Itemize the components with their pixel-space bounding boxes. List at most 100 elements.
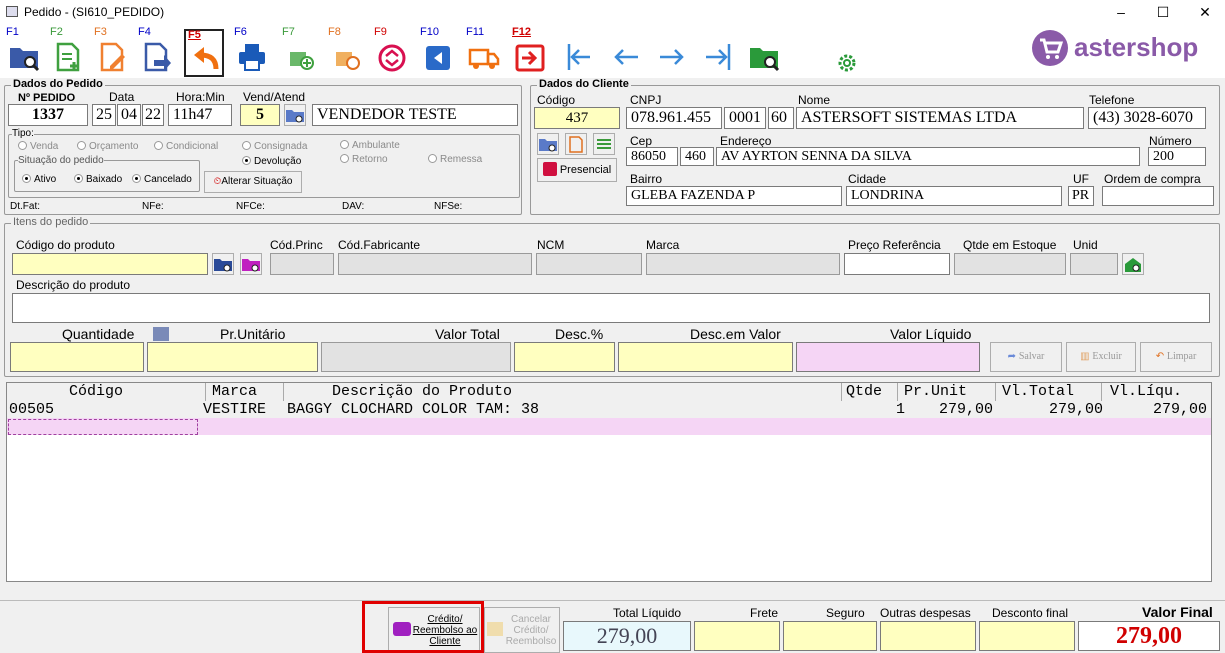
presencial-button[interactable]: Presencial (537, 158, 617, 182)
add-payment-button[interactable]: F7 (280, 26, 320, 78)
exit-button[interactable]: F12 (510, 26, 550, 78)
purchase-order-field[interactable] (1102, 186, 1214, 206)
col-qty[interactable]: Qtde (841, 383, 882, 401)
stock-lookup-button[interactable] (1122, 253, 1144, 275)
col-description[interactable]: Descrição do Produto (283, 383, 512, 401)
city-field[interactable]: LONDRINA (846, 186, 1062, 206)
seller-search-button[interactable] (284, 104, 306, 126)
clear-item-button[interactable]: ↶ Limpar (1140, 342, 1212, 372)
undo-button[interactable]: F5 (184, 29, 224, 77)
cep-field-1[interactable]: 86050 (626, 147, 678, 166)
discount-percent-field[interactable] (514, 342, 615, 372)
delete-item-button[interactable]: ▥ Excluir (1066, 342, 1136, 372)
order-number-field[interactable]: 1337 (8, 104, 88, 126)
quantity-calc-button[interactable] (152, 326, 172, 342)
other-expenses-field[interactable] (880, 621, 976, 651)
final-discount-field[interactable] (979, 621, 1075, 651)
col-code[interactable]: Código (69, 383, 123, 401)
cnpj-field-1[interactable]: 078.961.455 (626, 107, 722, 129)
product-code-field[interactable] (12, 253, 208, 275)
freight-field[interactable] (694, 621, 780, 651)
edit-document-icon (100, 42, 125, 72)
date-day-field[interactable]: 25 (92, 104, 116, 126)
radio-ambulante[interactable]: Ambulante (340, 140, 400, 151)
radio-devolucao[interactable]: Devolução (242, 156, 301, 167)
time-field[interactable]: 11h47 (168, 104, 232, 126)
col-total[interactable]: Vl.Total (995, 383, 1074, 401)
radio-retorno[interactable]: Retorno (340, 154, 388, 165)
minimize-button[interactable]: – (1098, 0, 1144, 24)
phone-field[interactable]: (43) 3028-6070 (1088, 107, 1206, 129)
search-order-button[interactable]: F1 (4, 26, 44, 78)
description-field[interactable] (12, 293, 1210, 323)
final-value-field: 279,00 (1078, 621, 1220, 651)
client-edit-button[interactable] (565, 133, 587, 155)
col-brand[interactable]: Marca (205, 383, 257, 401)
client-name-field[interactable]: ASTERSOFT SISTEMAS LTDA (796, 107, 1084, 129)
address-field[interactable]: AV AYRTON SENNA DA SILVA (716, 147, 1140, 166)
cep-field-2[interactable]: 460 (680, 147, 714, 166)
print-button[interactable]: F6 (232, 26, 272, 78)
window-title: Pedido - (SI610_PEDIDO) (24, 5, 165, 19)
radio-baixado[interactable]: Baixado (74, 174, 122, 185)
client-list-button[interactable] (593, 133, 615, 155)
radio-ativo[interactable]: Ativo (22, 174, 56, 185)
insurance-field[interactable] (783, 621, 877, 651)
net-value-field[interactable] (796, 342, 980, 372)
radio-consignada[interactable]: Consignada (242, 141, 307, 152)
date-year-field[interactable]: 22 (142, 104, 164, 126)
client-name-label: Nome (798, 93, 831, 107)
radio-orcamento[interactable]: Orçamento (77, 141, 138, 152)
product-search-alt-button[interactable] (240, 253, 262, 275)
folder-search-button[interactable] (744, 28, 784, 78)
previous-record-button[interactable] (606, 28, 646, 78)
items-table[interactable]: Código Marca Descrição do Produto Qtde P… (6, 382, 1212, 582)
edit-order-button[interactable]: F3 (92, 26, 132, 78)
first-record-button[interactable] (560, 28, 600, 78)
radio-cancelado[interactable]: Cancelado (132, 174, 192, 185)
date-month-field[interactable]: 04 (117, 104, 141, 126)
last-record-button[interactable] (698, 28, 738, 78)
client-code-field[interactable]: 437 (534, 107, 620, 129)
save-order-button[interactable]: F4 (136, 26, 176, 78)
radio-remessa[interactable]: Remessa (428, 154, 482, 165)
unit-price-field[interactable] (147, 342, 318, 372)
delivery-button[interactable]: F11 (464, 26, 504, 78)
new-order-button[interactable]: F2 (48, 26, 88, 78)
save-item-button[interactable]: ➦ Salvar (990, 342, 1062, 372)
save-icon: ➦ (1007, 351, 1017, 362)
cancel-credit-button[interactable]: Cancelar Crédito/ Reembolso (484, 607, 560, 653)
product-search-button[interactable] (212, 253, 234, 275)
settings-button[interactable] (836, 52, 858, 74)
total-value-label: Valor Total (435, 326, 500, 342)
person-icon (542, 162, 557, 176)
discount-value-field[interactable] (618, 342, 793, 372)
truck-icon (468, 48, 500, 69)
district-field[interactable]: GLEBA FAZENDA P (626, 186, 842, 206)
col-net[interactable]: Vl.Líqu. (1101, 383, 1182, 401)
table-new-row[interactable] (7, 418, 1211, 435)
cnpj-field-2[interactable]: 0001 (724, 107, 766, 129)
payment-edit-button[interactable]: F8 (326, 26, 366, 78)
phone-label: Telefone (1089, 93, 1135, 107)
reference-price-field[interactable] (844, 253, 950, 275)
close-button[interactable]: ✕ (1182, 0, 1225, 24)
seller-code-field[interactable]: 5 (240, 104, 280, 126)
radio-condicional[interactable]: Condicional (154, 141, 218, 152)
maximize-button[interactable]: ☐ (1140, 0, 1186, 24)
next-record-button[interactable] (652, 28, 692, 78)
uf-field[interactable]: PR (1068, 186, 1094, 206)
first-arrow-icon (567, 44, 590, 70)
number-label: Número (1149, 134, 1192, 148)
table-row[interactable]: 00505 VESTIRE BAGGY CLOCHARD COLOR TAM: … (7, 401, 1211, 418)
back-button[interactable]: F10 (418, 26, 458, 78)
change-status-button[interactable]: ⏲Alterar Situação (204, 171, 302, 193)
quantity-field[interactable] (10, 342, 144, 372)
col-unit-price[interactable]: Pr.Unit (897, 383, 967, 401)
number-field[interactable]: 200 (1148, 147, 1206, 166)
seller-name-field[interactable]: VENDEDOR TESTE (312, 104, 518, 126)
radio-venda[interactable]: Venda (18, 141, 58, 152)
convert-button[interactable]: F9 (372, 26, 412, 78)
client-search-button[interactable] (537, 133, 559, 155)
cnpj-field-3[interactable]: 60 (768, 107, 794, 129)
